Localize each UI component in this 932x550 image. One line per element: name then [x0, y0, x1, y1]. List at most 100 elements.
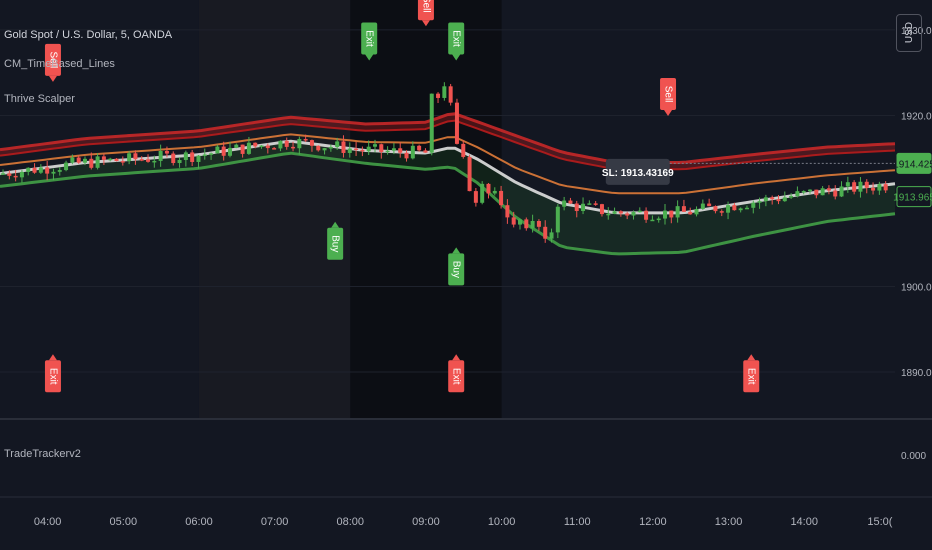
- candle-body: [139, 159, 144, 161]
- candle-body: [744, 207, 749, 210]
- candle-body: [404, 152, 409, 159]
- candle-body: [782, 197, 787, 202]
- x-tick-label: 14:00: [790, 516, 818, 528]
- candle-body: [574, 203, 579, 212]
- candle-body: [599, 204, 604, 215]
- chart-canvas[interactable]: SellExitBuyExitSellExitBuyExitSellExitSL…: [0, 0, 932, 550]
- signal-label: Sell: [420, 0, 431, 13]
- candle-body: [826, 188, 831, 191]
- candle-body: [675, 206, 680, 218]
- candle-body: [644, 210, 649, 220]
- candle-body: [316, 145, 321, 151]
- candle-body: [57, 170, 62, 172]
- candle-body: [146, 159, 151, 162]
- candle-body: [240, 144, 245, 154]
- candle-body: [511, 217, 516, 225]
- candle-body: [32, 167, 37, 173]
- candle-body: [858, 181, 863, 192]
- x-tick-label: 07:00: [261, 516, 289, 528]
- candle-body: [593, 203, 598, 205]
- candle-body: [253, 142, 258, 147]
- candle-body: [177, 159, 182, 164]
- candle-body: [637, 210, 642, 213]
- candle-body: [486, 183, 491, 194]
- y-tick-label: 1900.000: [901, 282, 932, 293]
- candle-body: [215, 146, 220, 154]
- candle-body: [272, 148, 277, 150]
- candle-body: [291, 146, 296, 149]
- price-label-text: 1914.425: [893, 159, 932, 170]
- candle-body: [688, 211, 693, 215]
- candle-body: [379, 144, 384, 152]
- indicator-thrive-scalper[interactable]: Thrive Scalper: [4, 93, 75, 105]
- candle-body: [391, 148, 396, 151]
- candle-body: [707, 203, 712, 207]
- candle-body: [448, 86, 453, 103]
- candle-body: [227, 147, 232, 156]
- candle-body: [480, 183, 485, 203]
- symbol-title[interactable]: Gold Spot / U.S. Dollar, 5, OANDA: [4, 29, 172, 41]
- candle-body: [719, 211, 724, 213]
- candle-body: [297, 139, 302, 149]
- candle-body: [335, 141, 340, 148]
- candle-body: [839, 186, 844, 197]
- candle-body: [366, 146, 371, 152]
- candle-body: [190, 152, 195, 162]
- bottom-pane-title[interactable]: TradeTrackerv2: [4, 448, 81, 460]
- candle-body: [631, 211, 636, 216]
- signal-label: Buy: [451, 261, 462, 278]
- candle-body: [158, 150, 163, 161]
- candle-body: [669, 210, 674, 218]
- candle-body: [76, 157, 81, 163]
- x-tick-label: 13:00: [715, 516, 743, 528]
- sl-label-text: SL: 1913.43169: [602, 168, 674, 179]
- candle-body: [152, 160, 157, 163]
- candle-body: [234, 144, 239, 148]
- signal-label: Exit: [451, 368, 462, 385]
- candle-body: [202, 154, 207, 156]
- candle-body: [246, 142, 251, 154]
- x-tick-label: 15:0(: [867, 516, 892, 528]
- candle-body: [536, 221, 541, 227]
- candle-body: [814, 189, 819, 196]
- candle-body: [436, 93, 441, 98]
- candle-body: [120, 161, 125, 163]
- session-highlight: [198, 0, 351, 419]
- candle-body: [877, 184, 882, 191]
- candle-body: [442, 86, 447, 98]
- candle-body: [808, 189, 813, 192]
- candle-body: [543, 226, 548, 239]
- x-tick-label: 04:00: [34, 516, 62, 528]
- candle-body: [64, 162, 69, 171]
- candle-body: [429, 93, 434, 153]
- candle-body: [341, 141, 346, 153]
- candle-body: [51, 171, 56, 174]
- signal-label: Sell: [662, 86, 673, 103]
- candle-body: [864, 181, 869, 188]
- candle-body: [625, 213, 630, 216]
- candle-body: [618, 211, 623, 214]
- candle-body: [492, 190, 497, 194]
- y-tick-label: 1920.000: [901, 111, 932, 122]
- candle-body: [499, 190, 504, 206]
- y-tick-label: 1890.000: [901, 368, 932, 379]
- candle-body: [713, 206, 718, 212]
- signal-label: Exit: [746, 368, 757, 385]
- candle-body: [347, 148, 352, 153]
- candle-body: [461, 143, 466, 157]
- candle-body: [789, 195, 794, 198]
- candle-body: [518, 219, 523, 225]
- currency-button[interactable]: USD: [896, 14, 922, 52]
- candle-body: [360, 149, 365, 152]
- candle-body: [398, 148, 403, 153]
- candle-body: [183, 152, 188, 160]
- indicator-cm-timebased-lines[interactable]: CM_TimeBased_Lines: [4, 58, 115, 70]
- candle-body: [45, 167, 50, 174]
- candle-body: [732, 205, 737, 211]
- candle-body: [95, 156, 100, 168]
- candle-body: [738, 208, 743, 211]
- candle-body: [328, 147, 333, 149]
- x-tick-label: 10:00: [488, 516, 516, 528]
- candle-body: [196, 155, 201, 162]
- candle-body: [13, 175, 18, 178]
